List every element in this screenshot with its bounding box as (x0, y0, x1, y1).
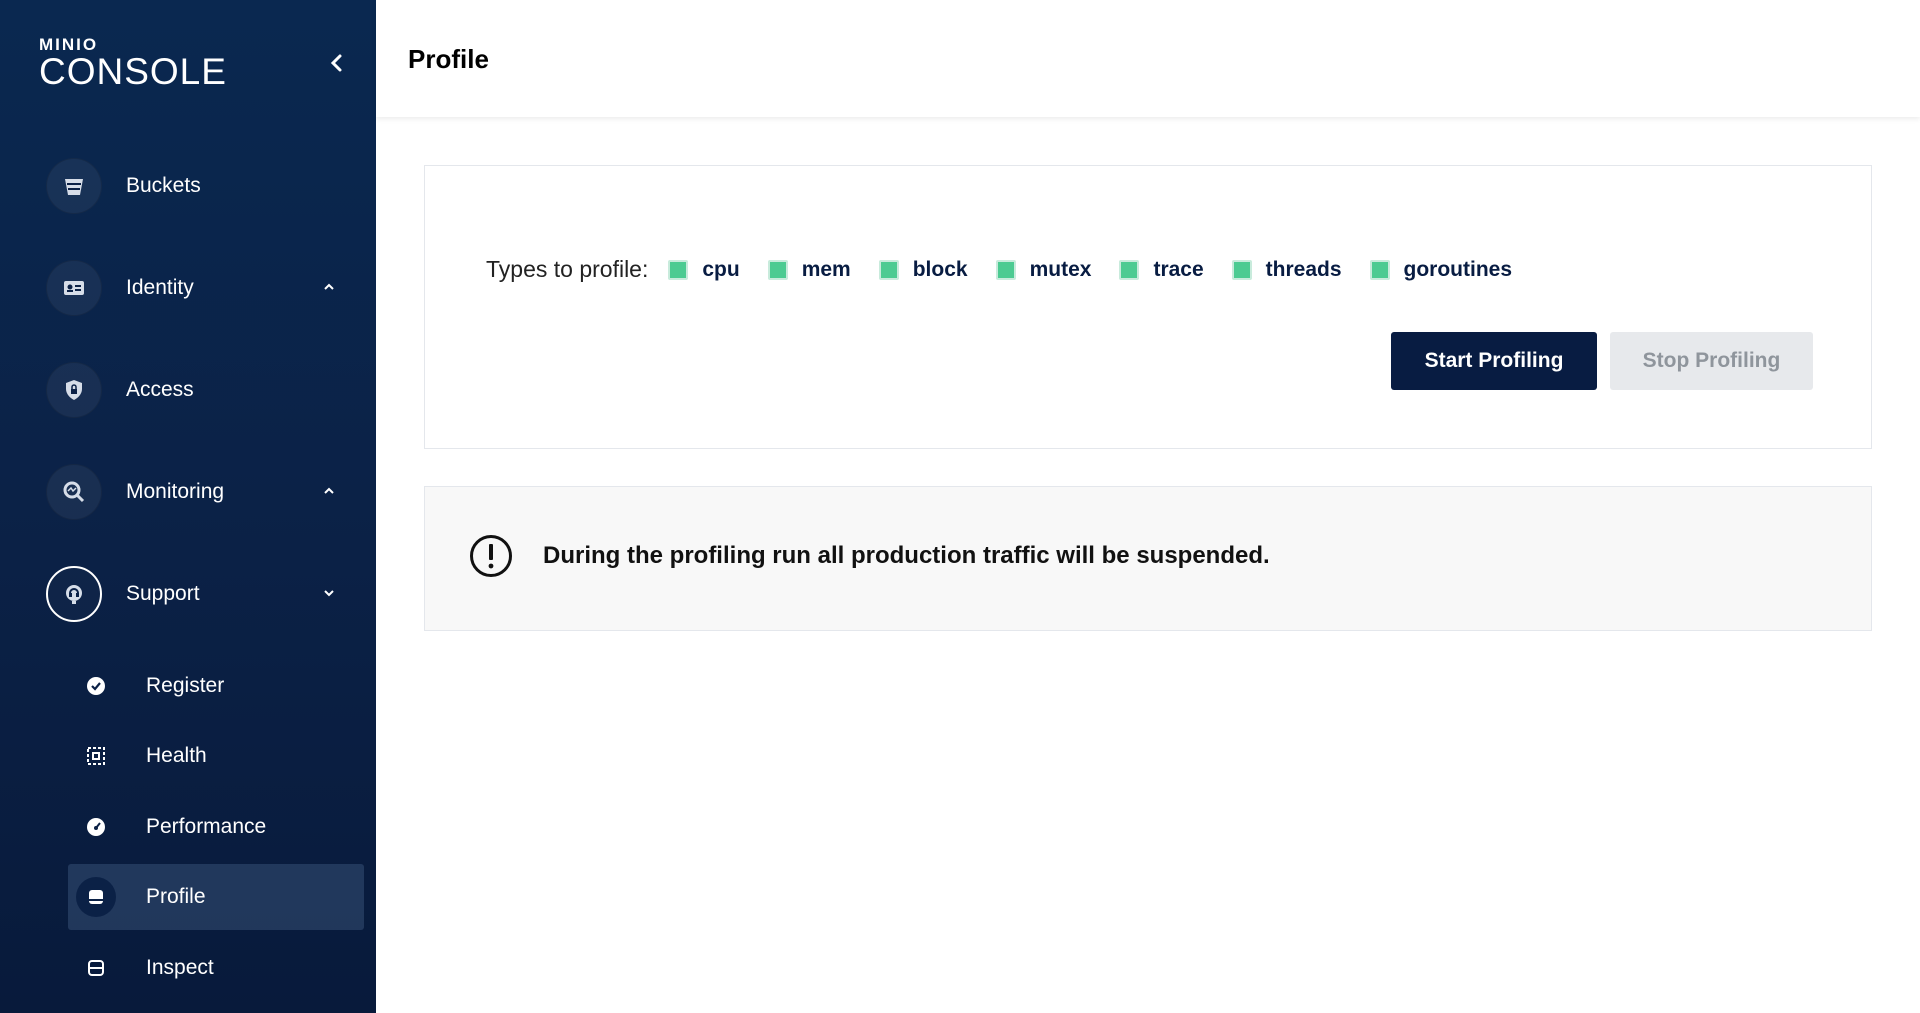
sidebar-item-monitoring[interactable]: Monitoring (46, 463, 346, 521)
sidebar-item-label: Support (126, 582, 200, 605)
sidebar-item-label: Performance (146, 815, 267, 838)
sidebar-item-access[interactable]: Access (46, 361, 346, 419)
logo-big-text: CONSOLE (39, 51, 227, 92)
checkbox-box[interactable] (995, 259, 1016, 280)
checkbox-cpu[interactable]: cpu (668, 257, 740, 282)
bucket-icon (46, 158, 102, 214)
id-card-icon (46, 260, 102, 316)
shield-lock-icon (46, 362, 102, 418)
sidebar-item-health[interactable]: Health (68, 723, 364, 789)
sidebar-item-performance[interactable]: Performance (68, 794, 364, 860)
checkbox-box[interactable] (668, 259, 689, 280)
chevron-down-icon (321, 585, 337, 601)
monitoring-icon (46, 464, 102, 520)
sidebar-item-label: Monitoring (126, 480, 225, 503)
profile-icon (68, 869, 124, 925)
checkbox-mem[interactable]: mem (767, 257, 851, 282)
profile-options-panel: Types to profile: cpu mem block mutex tr… (424, 165, 1872, 449)
start-profiling-button[interactable]: Start Profiling (1391, 332, 1597, 390)
stop-profiling-button[interactable]: Stop Profiling (1610, 332, 1813, 390)
inspect-icon (68, 940, 124, 996)
chevron-up-icon (321, 483, 337, 499)
profile-types-row: Types to profile: cpu mem block mutex tr… (486, 256, 1540, 283)
checkbox-goroutines[interactable]: goroutines (1369, 257, 1513, 282)
sidebar-item-label: Register (146, 674, 225, 697)
warning-panel: During the profiling run all production … (424, 486, 1872, 631)
sidebar-item-register[interactable]: Register (68, 653, 364, 719)
minio-console-logo[interactable]: MINIO CONSOLE (39, 36, 227, 90)
sidebar-item-label: Health (146, 744, 207, 767)
page-header: Profile (376, 0, 1920, 117)
checkbox-box[interactable] (1119, 259, 1140, 280)
sidebar-item-inspect[interactable]: Inspect (68, 935, 364, 1001)
types-label: Types to profile: (486, 256, 649, 282)
sidebar-item-profile[interactable]: Profile (68, 864, 364, 930)
sidebar: MINIO CONSOLE Buckets Identity Access Mo… (0, 0, 376, 1013)
checkbox-box[interactable] (1369, 259, 1390, 280)
health-icon (68, 728, 124, 784)
checkbox-label: goroutines (1403, 257, 1513, 281)
sidebar-item-label: Access (126, 378, 194, 401)
checkbox-mutex[interactable]: mutex (995, 257, 1092, 282)
checkbox-threads[interactable]: threads (1231, 257, 1342, 282)
chevron-left-icon[interactable] (326, 52, 348, 74)
checkbox-box[interactable] (878, 259, 899, 280)
sidebar-item-buckets[interactable]: Buckets (46, 157, 346, 215)
checkbox-block[interactable]: block (878, 257, 968, 282)
sidebar-item-label: Inspect (146, 956, 214, 979)
sidebar-item-label: Profile (146, 885, 206, 908)
exclamation-circle-icon (469, 534, 513, 578)
page-title: Profile (408, 44, 489, 74)
checkbox-label: cpu (702, 257, 740, 281)
check-badge-icon (68, 658, 124, 714)
gauge-icon (68, 799, 124, 855)
warning-text: During the profiling run all production … (543, 542, 1270, 569)
checkbox-label: mutex (1029, 257, 1092, 281)
support-icon (46, 566, 102, 622)
checkbox-trace[interactable]: trace (1119, 257, 1204, 282)
sidebar-item-label: Identity (126, 276, 194, 299)
checkbox-label: trace (1153, 257, 1204, 281)
sidebar-item-label: Buckets (126, 174, 201, 197)
checkbox-box[interactable] (1231, 259, 1252, 280)
sidebar-item-identity[interactable]: Identity (46, 259, 346, 317)
checkbox-label: mem (801, 257, 851, 281)
chevron-up-icon (321, 279, 337, 295)
checkbox-box[interactable] (767, 259, 788, 280)
checkbox-label: block (912, 257, 968, 281)
sidebar-item-support[interactable]: Support (46, 565, 346, 623)
checkbox-label: threads (1265, 257, 1342, 281)
